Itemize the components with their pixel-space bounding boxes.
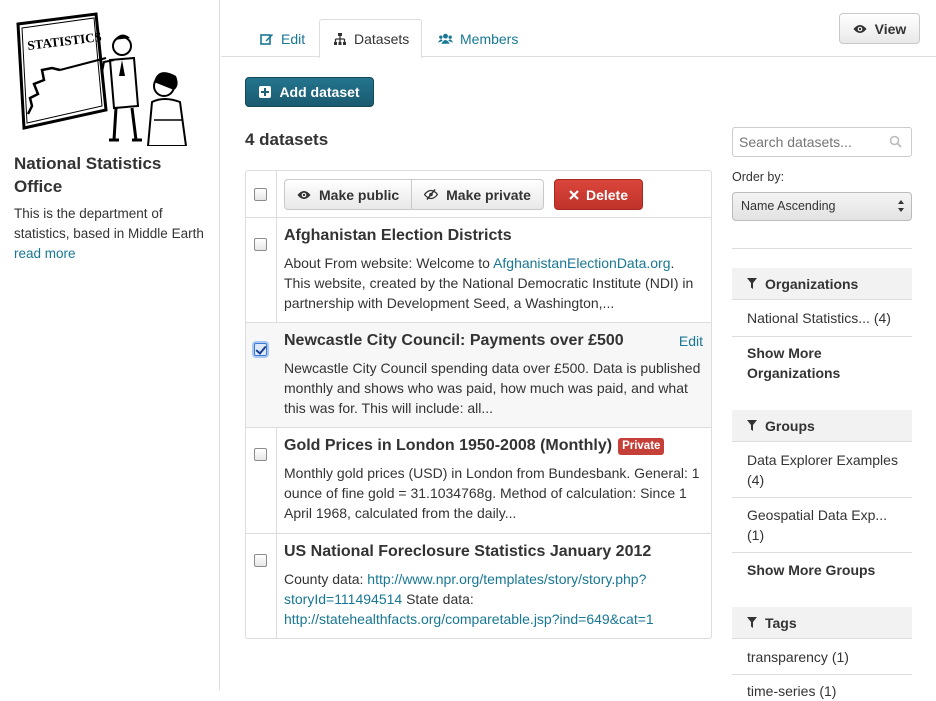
facet-title: Groups bbox=[765, 417, 815, 434]
group-icon bbox=[438, 32, 453, 47]
dataset-title-link[interactable]: Afghanistan Election Districts bbox=[284, 227, 512, 245]
dataset-description-link[interactable]: AfghanistanElectionData.org bbox=[493, 255, 670, 271]
dataset-checkbox[interactable] bbox=[254, 554, 267, 567]
tab-datasets-label: Datasets bbox=[354, 31, 410, 47]
make-private-button[interactable]: Make private bbox=[412, 179, 544, 210]
delete-label: Delete bbox=[585, 186, 628, 203]
sitemap-icon bbox=[332, 32, 347, 47]
dataset-table: Make public Make private Delete Afghanis… bbox=[245, 170, 712, 639]
dataset-row: US National Foreclosure Statistics Janua… bbox=[246, 534, 711, 638]
order-by-label: Order by: bbox=[732, 170, 785, 184]
dataset-title: Gold Prices in London 1950-2008 (Monthly… bbox=[284, 437, 613, 454]
organization-title: National Statistics Office bbox=[14, 154, 162, 196]
divider bbox=[732, 674, 912, 675]
bulk-actions: Make public Make private Delete bbox=[284, 179, 643, 210]
page-tabs: Edit Datasets Members View bbox=[221, 0, 936, 58]
delete-button[interactable]: Delete bbox=[553, 179, 643, 210]
facet-groups-header: Groups bbox=[732, 410, 912, 442]
view-button-label: View bbox=[874, 20, 907, 37]
divider bbox=[732, 497, 912, 498]
select-arrows-icon bbox=[898, 200, 904, 212]
read-more-link[interactable]: read more bbox=[14, 246, 76, 261]
facet-tags-header: Tags bbox=[732, 607, 912, 639]
make-public-label: Make public bbox=[319, 186, 400, 203]
make-public-button[interactable]: Make public bbox=[284, 179, 413, 210]
order-by-select[interactable]: Name Ascending bbox=[732, 192, 912, 221]
dataset-checkbox[interactable] bbox=[254, 343, 267, 356]
dataset-row: Newcastle City Council: Payments over £5… bbox=[246, 323, 711, 428]
dataset-row: Afghanistan Election Districts About Fro… bbox=[246, 218, 711, 323]
facet-organizations-header: Organizations bbox=[732, 268, 912, 300]
dataset-edit-link[interactable]: Edit bbox=[679, 333, 703, 349]
dataset-title: US National Foreclosure Statistics Janua… bbox=[284, 543, 652, 560]
tab-datasets[interactable]: Datasets bbox=[319, 19, 423, 58]
dataset-title: Afghanistan Election Districts bbox=[284, 227, 512, 244]
add-dataset-button[interactable]: Add dataset bbox=[245, 77, 374, 107]
divider bbox=[732, 336, 912, 337]
filter-icon bbox=[747, 276, 757, 292]
eye-icon bbox=[297, 187, 311, 203]
dataset-checkbox[interactable] bbox=[254, 448, 267, 461]
dataset-title-link[interactable]: Newcastle City Council: Payments over £5… bbox=[284, 332, 624, 350]
tab-members-label: Members bbox=[460, 31, 519, 47]
filter-icon bbox=[747, 615, 757, 631]
filter-icon bbox=[747, 418, 757, 434]
dataset-description-text: About From website: Welcome to bbox=[284, 255, 494, 271]
divider bbox=[732, 248, 912, 249]
search-datasets-input[interactable] bbox=[732, 127, 912, 157]
facet-title: Organizations bbox=[765, 275, 859, 292]
facet-item-group[interactable]: Data Explorer Examples (4) bbox=[747, 450, 907, 490]
facet-title: Tags bbox=[765, 614, 797, 631]
add-dataset-label: Add dataset bbox=[279, 84, 360, 100]
select-all-checkbox[interactable] bbox=[254, 188, 267, 201]
search-icon bbox=[889, 135, 902, 148]
facet-item-tag[interactable]: transparency (1) bbox=[747, 647, 907, 667]
statistics-logo: STATISTICS bbox=[16, 12, 188, 146]
dataset-title-link[interactable]: Gold Prices in London 1950-2008 (Monthly… bbox=[284, 437, 665, 455]
dataset-description-text: State data: bbox=[402, 591, 474, 607]
organization-description-text: This is the department of statistics, ba… bbox=[14, 206, 204, 241]
dataset-description-link[interactable]: http://statehealthfacts.org/comparetable… bbox=[284, 611, 654, 627]
tab-edit[interactable]: Edit bbox=[246, 19, 318, 58]
view-button[interactable]: View bbox=[839, 13, 920, 44]
dataset-description: Newcastle City Council spending data ove… bbox=[284, 360, 701, 416]
dataset-checkbox[interactable] bbox=[254, 238, 267, 251]
order-by-selected: Name Ascending bbox=[741, 199, 836, 213]
dataset-row: Gold Prices in London 1950-2008 (Monthly… bbox=[246, 428, 711, 534]
tab-members[interactable]: Members bbox=[425, 19, 531, 58]
dataset-description: County data: http://www.npr.org/template… bbox=[284, 569, 704, 629]
facet-item-organization[interactable]: National Statistics... (4) bbox=[747, 308, 907, 328]
main-content: Edit Datasets Members View Add dataset 4… bbox=[221, 0, 936, 699]
divider bbox=[732, 552, 912, 553]
dataset-description: Monthly gold prices (USD) in London from… bbox=[284, 465, 700, 521]
dataset-count: 4 datasets bbox=[245, 130, 329, 149]
facet-item-tag[interactable]: time-series (1) bbox=[747, 681, 907, 701]
tab-edit-label: Edit bbox=[281, 31, 306, 47]
plus-square-icon bbox=[259, 86, 272, 98]
make-private-label: Make private bbox=[446, 186, 531, 203]
cancel-icon bbox=[569, 187, 579, 203]
eye-slash-icon bbox=[423, 187, 439, 203]
edit-icon bbox=[259, 32, 274, 47]
private-badge: Private bbox=[618, 437, 665, 455]
bulk-actions-row: Make public Make private Delete bbox=[246, 171, 711, 218]
facet-item-group[interactable]: Geospatial Data Exp... (1) bbox=[747, 505, 907, 545]
dataset-title-link[interactable]: US National Foreclosure Statistics Janua… bbox=[284, 543, 651, 561]
show-more-organizations-link[interactable]: Show More Organizations bbox=[747, 343, 907, 383]
organization-description: This is the department of statistics, ba… bbox=[14, 204, 204, 264]
organization-sidebar: STATISTICS National Statistics Office Th… bbox=[0, 0, 220, 690]
show-more-groups-link[interactable]: Show More Groups bbox=[747, 560, 907, 580]
dataset-title: Newcastle City Council: Payments over £5… bbox=[284, 332, 624, 349]
dataset-description: About From website: Welcome to Afghanist… bbox=[284, 253, 704, 313]
dataset-description-text: County data: bbox=[284, 571, 368, 587]
eye-icon bbox=[853, 21, 867, 37]
